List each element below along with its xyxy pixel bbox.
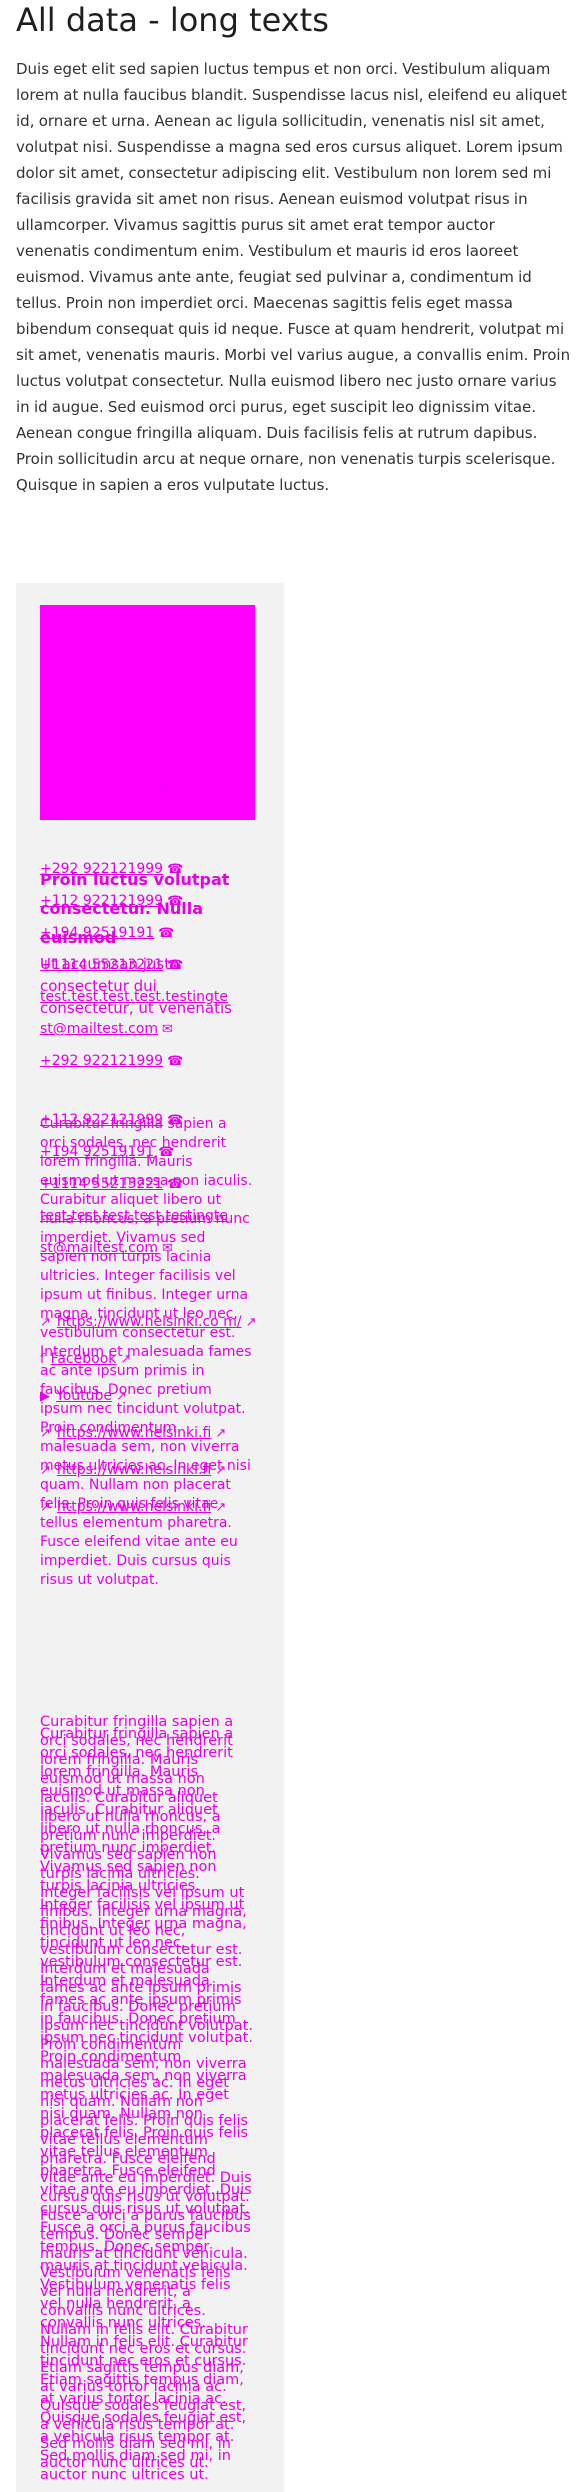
card-subheading: Ut accumsan justo consectetur dui consec… (40, 955, 232, 1017)
card-image-wrap: ls (40, 605, 255, 820)
card-body-text-repeat-b: Curabitur fringilla sapien a orci sodale… (40, 1726, 253, 2483)
link-item[interactable]: f Facebook ↗ (40, 1350, 255, 1369)
contact-item[interactable]: test.test.test.test.testingte (40, 1207, 255, 1226)
page-title: All data - long texts (16, 1, 329, 39)
event-card[interactable]: ls +292 922121999 ☎ +112 922121999 ☎ +194 92… (16, 583, 284, 2492)
external-link-icon: ↗ (215, 1463, 227, 1478)
external-link-icon: ↗ (116, 1389, 127, 1404)
phone-icon: ☎ (167, 1054, 184, 1069)
link-text[interactable]: https://www.helsinki.fi (57, 1425, 211, 1441)
mail-icon: ✉ (162, 1022, 173, 1037)
contact-link[interactable]: test.test.test.test.testingte (40, 1208, 228, 1224)
link-text[interactable]: https://www.helsinki.co m/ (57, 1314, 242, 1330)
phone-icon: ☎ (167, 1177, 184, 1192)
contact-item[interactable]: st@mailtest.com ✉ (40, 1020, 255, 1039)
link-text[interactable]: Facebook (51, 1351, 117, 1367)
contact-link[interactable]: +1114 55213221 (40, 1176, 163, 1192)
external-link-icon: ↗ (215, 1500, 227, 1515)
card-image: ls (40, 605, 255, 820)
link-text[interactable]: Youtube (56, 1388, 112, 1404)
intro-paragraph: Duis eget elit sed sapien luctus tempus … (16, 60, 571, 494)
contact-item[interactable]: +292 922121999 ☎ (40, 1052, 255, 1071)
phone-icon: ☎ (158, 1145, 175, 1160)
external-link-icon: ↗ (215, 1426, 227, 1441)
contact-item[interactable]: +112 922121999 ☎ (40, 1111, 255, 1130)
phone-icon: ☎ (167, 1113, 184, 1128)
link-text[interactable]: https://www.helsinki.fi (57, 1499, 211, 1515)
mail-icon: ✉ (162, 1241, 173, 1256)
broken-image-icon: ls (160, 783, 167, 792)
facebook-icon: f (40, 1352, 45, 1367)
link-text[interactable]: https://www.helsinki.fi (57, 1462, 211, 1478)
contact-item[interactable]: st@mailtest.com ✉ (40, 1239, 255, 1258)
link-item[interactable]: ↗ https://www.helsinki.co m/↗ (40, 1313, 257, 1332)
link-list: ↗ https://www.helsinki.co m/↗ f Facebook ↗ ▶ Y… (40, 1313, 257, 1535)
contact-link[interactable]: +112 922121999 (40, 1112, 163, 1128)
contact-list-b: +112 922121999 ☎ +194 92519191 ☎ +1114 55213… (40, 1111, 255, 1271)
contact-link[interactable]: st@mailtest.com (40, 1240, 158, 1256)
contact-item[interactable]: +1114 55213221 ☎ (40, 1175, 255, 1194)
link-icon: ↗ (40, 1426, 51, 1441)
link-icon: ↗ (40, 1315, 51, 1330)
youtube-icon: ▶ (40, 1389, 50, 1404)
contact-link[interactable]: st@mailtest.com (40, 1021, 158, 1037)
external-link-icon: ↗ (120, 1352, 132, 1367)
contact-link[interactable]: +194 92519191 (40, 1144, 154, 1160)
card-heading: Proin luctus volutpat consectetur. Nulla… (40, 870, 230, 947)
link-icon: ↗ (40, 1500, 51, 1515)
contact-item[interactable]: +194 92519191 ☎ (40, 1143, 255, 1162)
link-item[interactable]: ↗ https://www.helsinki.fi ↗ (40, 1498, 255, 1517)
contact-link[interactable]: +292 922121999 (40, 1053, 163, 1069)
link-item[interactable]: ↗ https://www.helsinki.fi ↗ (40, 1424, 255, 1443)
external-link-icon: ↗ (245, 1315, 257, 1330)
link-item[interactable]: ▶ Youtube ↗ (40, 1387, 255, 1406)
link-icon: ↗ (40, 1463, 51, 1478)
link-item[interactable]: ↗ https://www.helsinki.fi ↗ (40, 1461, 255, 1480)
